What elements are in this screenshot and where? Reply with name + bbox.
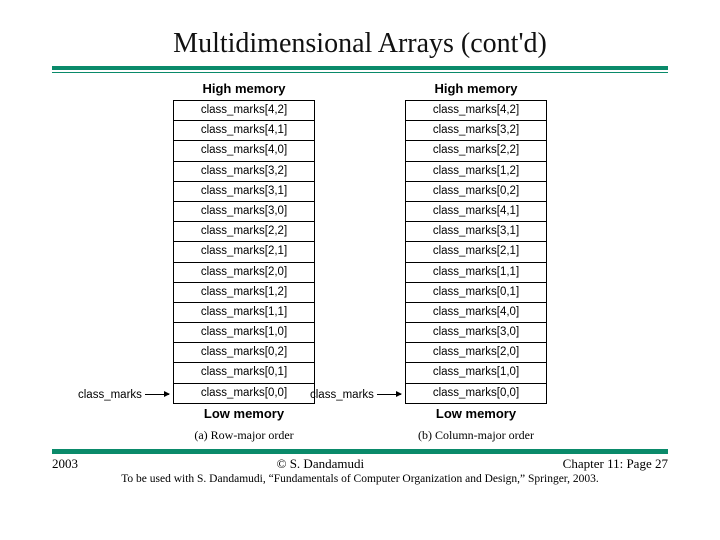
memory-cell: class_marks[2,2]	[406, 141, 546, 161]
slide: Multidimensional Arrays (cont'd) High me…	[0, 0, 720, 540]
pointer-left: class_marks	[78, 389, 169, 401]
memory-cell: class_marks[3,2]	[174, 162, 314, 182]
left-column: High memory class_marks[4,2] class_marks…	[173, 79, 315, 443]
memory-cell: class_marks[4,0]	[406, 303, 546, 323]
high-memory-label-right: High memory	[434, 81, 517, 96]
pointer-label: class_marks	[78, 389, 142, 401]
memory-cell: class_marks[0,1]	[406, 283, 546, 303]
memory-cell: class_marks[0,1]	[174, 363, 314, 383]
right-caption: (b) Column-major order	[418, 428, 534, 443]
arrow-right-icon	[377, 394, 401, 395]
memory-cell: class_marks[2,1]	[406, 242, 546, 262]
memory-cell: class_marks[0,2]	[174, 343, 314, 363]
page-title: Multidimensional Arrays (cont'd)	[0, 28, 720, 60]
memory-cell: class_marks[3,1]	[174, 182, 314, 202]
memory-cell: class_marks[1,1]	[406, 263, 546, 283]
footer-rules	[52, 449, 668, 454]
memory-cell: class_marks[1,0]	[406, 363, 546, 383]
pointer-label: class_marks	[310, 389, 374, 401]
right-column: High memory class_marks[4,2] class_marks…	[405, 79, 547, 443]
low-memory-label-right: Low memory	[436, 406, 516, 421]
footer: 2003 © S. Dandamudi Chapter 11: Page 27	[52, 456, 668, 472]
memory-cell: class_marks[1,2]	[174, 283, 314, 303]
memory-cell: class_marks[4,2]	[174, 101, 314, 121]
right-stack: class_marks[4,2] class_marks[3,2] class_…	[405, 100, 547, 404]
arrow-right-icon	[145, 394, 169, 395]
memory-cell: class_marks[4,2]	[406, 101, 546, 121]
rule-thick	[52, 450, 668, 454]
memory-cell: class_marks[1,2]	[406, 162, 546, 182]
rule-thick	[52, 66, 668, 70]
memory-cell: class_marks[1,1]	[174, 303, 314, 323]
memory-cell: class_marks[3,0]	[406, 323, 546, 343]
footer-page: Chapter 11: Page 27	[563, 456, 668, 472]
memory-cell: class_marks[0,0]	[174, 384, 314, 403]
left-caption: (a) Row-major order	[194, 428, 293, 443]
memory-cell: class_marks[0,2]	[406, 182, 546, 202]
diagram-row: High memory class_marks[4,2] class_marks…	[0, 79, 720, 443]
memory-cell: class_marks[2,2]	[174, 222, 314, 242]
rule-thin	[52, 72, 668, 73]
memory-cell: class_marks[4,1]	[406, 202, 546, 222]
low-memory-label-left: Low memory	[204, 406, 284, 421]
memory-cell: class_marks[2,0]	[174, 263, 314, 283]
pointer-right: class_marks	[310, 389, 401, 401]
memory-cell: class_marks[4,0]	[174, 141, 314, 161]
footer-author: © S. Dandamudi	[277, 456, 365, 472]
memory-cell: class_marks[4,1]	[174, 121, 314, 141]
footer-credit: To be used with S. Dandamudi, “Fundament…	[0, 473, 720, 485]
memory-cell: class_marks[1,0]	[174, 323, 314, 343]
high-memory-label-left: High memory	[202, 81, 285, 96]
memory-cell: class_marks[0,0]	[406, 384, 546, 403]
footer-year: 2003	[52, 456, 78, 472]
memory-cell: class_marks[3,0]	[174, 202, 314, 222]
title-rules	[52, 66, 668, 73]
left-stack: class_marks[4,2] class_marks[4,1] class_…	[173, 100, 315, 404]
memory-cell: class_marks[2,1]	[174, 242, 314, 262]
memory-cell: class_marks[3,1]	[406, 222, 546, 242]
memory-cell: class_marks[2,0]	[406, 343, 546, 363]
memory-cell: class_marks[3,2]	[406, 121, 546, 141]
